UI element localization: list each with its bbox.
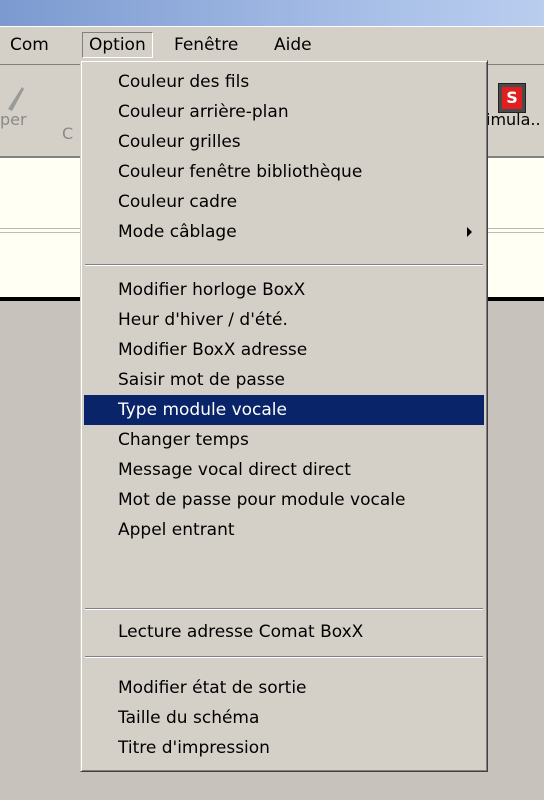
menu-item-modifier-horloge[interactable]: Modifier horloge BoxX xyxy=(84,275,484,305)
menu-item-couleur-fenetre-bibliotheque[interactable]: Couleur fenêtre bibliothèque xyxy=(84,157,484,187)
menu-com[interactable]: Com xyxy=(4,32,55,58)
toolbar-left-label-2: C xyxy=(62,124,74,143)
menu-item-taille-schema[interactable]: Taille du schéma xyxy=(84,703,484,733)
menu-separator xyxy=(85,264,483,266)
menu-item-couleur-grilles[interactable]: Couleur grilles xyxy=(84,127,484,157)
menu-separator xyxy=(85,608,483,610)
menu-item-message-vocal-direct[interactable]: Message vocal direct direct xyxy=(84,455,484,485)
menu-item-couleur-arriere-plan[interactable]: Couleur arrière-plan xyxy=(84,97,484,127)
simulation-icon-letter: S xyxy=(502,87,522,109)
menu-item-heure-hiver-ete[interactable]: Heur d'hiver / d'été. xyxy=(84,305,484,335)
menu-item-lecture-adresse[interactable]: Lecture adresse Comat BoxX xyxy=(84,617,484,647)
title-bar xyxy=(0,0,544,26)
toolbar-left-icon xyxy=(8,87,24,111)
menu-option[interactable]: Option xyxy=(82,32,153,58)
menu-item-modifier-boxx-adresse[interactable]: Modifier BoxX adresse xyxy=(84,335,484,365)
option-dropdown-menu: Couleur des fils Couleur arrière-plan Co… xyxy=(80,60,488,772)
toolbar-button-left[interactable]: per xyxy=(0,73,46,143)
menu-item-mode-cablage[interactable]: Mode câblage xyxy=(84,217,484,247)
menu-item-titre-impression[interactable]: Titre d'impression xyxy=(84,733,484,763)
menu-separator xyxy=(85,656,483,658)
menu-aide[interactable]: Aide xyxy=(268,32,318,58)
menu-item-appel-entrant[interactable]: Appel entrant xyxy=(84,515,484,545)
toolbar-left-label: per xyxy=(0,110,27,129)
menu-item-mot-de-passe-module-vocale[interactable]: Mot de passe pour module vocale xyxy=(84,485,484,515)
menu-item-type-module-vocale[interactable]: Type module vocale xyxy=(84,395,484,425)
simulation-button[interactable]: S imula.. xyxy=(486,73,544,143)
menu-item-modifier-etat-sortie[interactable]: Modifier état de sortie xyxy=(84,673,484,703)
menu-item-changer-temps[interactable]: Changer temps xyxy=(84,425,484,455)
menu-item-couleur-cadre[interactable]: Couleur cadre xyxy=(84,187,484,217)
menu-fenetre[interactable]: Fenêtre xyxy=(168,32,244,58)
menu-item-couleur-fils[interactable]: Couleur des fils xyxy=(84,67,484,97)
simulation-label: imula.. xyxy=(486,110,541,129)
menu-item-mode-cablage-label: Mode câblage xyxy=(118,222,237,242)
menu-item-saisir-mot-de-passe[interactable]: Saisir mot de passe xyxy=(84,365,484,395)
submenu-arrow-icon xyxy=(467,227,472,237)
simulation-icon: S xyxy=(498,83,526,113)
